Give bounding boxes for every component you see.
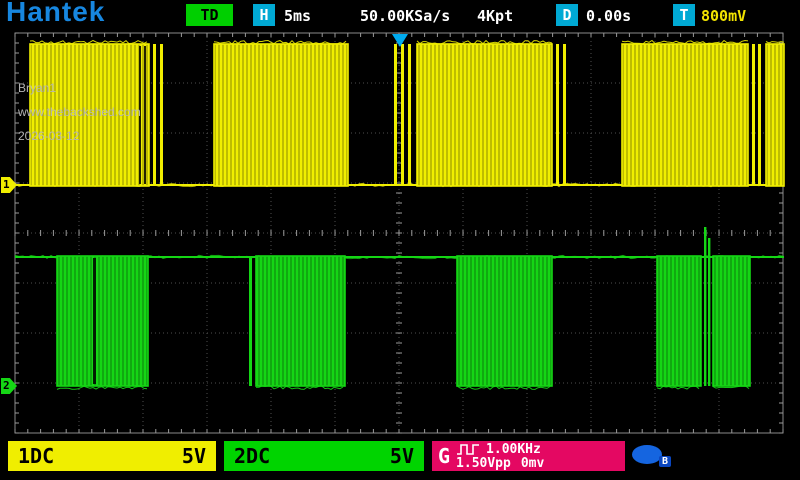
channel1-settings-box[interactable]: 1DC 5V bbox=[8, 441, 216, 471]
user-overlay-text: Bryan1 www.thebackshed.com 2026-03-12 bbox=[18, 76, 141, 148]
generator-amplitude-value: 1.50Vpp bbox=[456, 457, 511, 470]
waveform-display bbox=[0, 0, 800, 480]
bottom-status-bar: 1DC 5V 2DC 5V G 1.00KHz 1.50Vpp 0mv bbox=[0, 438, 800, 480]
channel1-scale-value: 5V bbox=[182, 444, 206, 468]
channel2-coupling-label: 2DC bbox=[234, 444, 270, 468]
overlay-line-username: Bryan1 bbox=[18, 76, 141, 100]
generator-offset-value: 0mv bbox=[521, 457, 544, 470]
timebase-value: 5ms bbox=[284, 7, 311, 25]
delay-badge[interactable]: D bbox=[556, 4, 578, 26]
trigger-badge[interactable]: T bbox=[673, 4, 695, 26]
delay-value: 0.00s bbox=[586, 7, 631, 25]
top-status-bar: Hantek TD H 5ms 50.00KSa/s 4Kpt D 0.00s … bbox=[0, 0, 800, 30]
usb-b-label: B bbox=[659, 456, 671, 467]
trigger-level-value: 800mV bbox=[701, 7, 746, 25]
usb-device-icon[interactable]: B bbox=[632, 445, 662, 464]
memory-depth-value: 4Kpt bbox=[477, 7, 513, 25]
oscilloscope-screen: Hantek TD H 5ms 50.00KSa/s 4Kpt D 0.00s … bbox=[0, 0, 800, 480]
generator-settings-box[interactable]: G 1.00KHz 1.50Vpp 0mv bbox=[432, 441, 625, 471]
square-wave-icon bbox=[456, 443, 480, 456]
brand-logo: Hantek bbox=[6, 0, 105, 28]
overlay-line-website: www.thebackshed.com bbox=[18, 100, 141, 124]
sample-rate-value: 50.00KSa/s bbox=[360, 7, 450, 25]
channel2-scale-value: 5V bbox=[390, 444, 414, 468]
channel2-settings-box[interactable]: 2DC 5V bbox=[224, 441, 424, 471]
generator-frequency-value: 1.00KHz bbox=[486, 443, 541, 456]
horizontal-badge[interactable]: H bbox=[253, 4, 275, 26]
trigger-status-badge[interactable]: TD bbox=[186, 4, 233, 26]
overlay-line-date: 2026-03-12 bbox=[18, 124, 141, 148]
generator-label: G bbox=[438, 444, 450, 468]
channel1-coupling-label: 1DC bbox=[18, 444, 54, 468]
